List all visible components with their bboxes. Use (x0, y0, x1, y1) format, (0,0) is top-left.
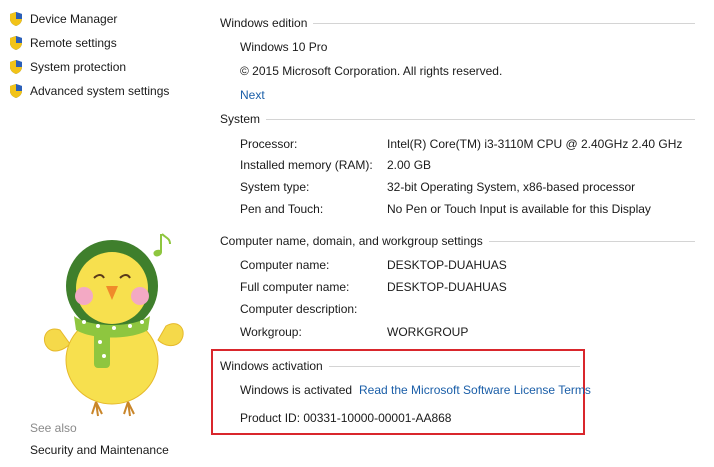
system-protection-link[interactable]: System protection (8, 58, 126, 76)
sidebar-item-label: Remote settings (30, 36, 117, 50)
full-computer-name-value: DESKTOP-DUAHUAS (387, 280, 507, 294)
windows-edition-name: Windows 10 Pro (240, 40, 328, 54)
processor-value: Intel(R) Core(TM) i3-3110M CPU @ 2.40GHz… (387, 137, 683, 151)
license-terms-link[interactable]: Read the Microsoft Software License Term… (359, 383, 591, 397)
security-and-maintenance-link[interactable]: Security and Maintenance (30, 443, 169, 457)
shield-icon (10, 84, 22, 98)
system-properties-window: Device Manager Remote settings System pr… (0, 0, 714, 467)
section-title: Computer name, domain, and workgroup set… (220, 234, 483, 248)
sidebar-item-label: System protection (30, 60, 127, 74)
device-manager-link[interactable]: Device Manager (8, 10, 117, 28)
next-link[interactable]: Next (240, 88, 265, 102)
full-computer-name-label: Full computer name: (240, 280, 350, 294)
section-title: System (220, 112, 261, 126)
section-divider (266, 118, 695, 120)
memory-label: Installed memory (RAM): (240, 158, 373, 172)
advanced-system-settings-link[interactable]: Advanced system settings (8, 82, 169, 100)
see-also-heading: See also (30, 421, 77, 435)
processor-label: Processor: (240, 137, 298, 151)
shield-icon (10, 12, 22, 26)
system-header: System (220, 111, 695, 127)
system-type-value: 32-bit Operating System, x86-based proce… (387, 180, 636, 194)
section-title: Windows activation (220, 359, 323, 373)
left-pane: Device Manager Remote settings System pr… (0, 0, 200, 467)
shield-icon (10, 60, 22, 74)
product-id: Product ID: 00331-10000-00001-AA868 (240, 411, 452, 425)
system-type-label: System type: (240, 180, 310, 194)
windows-activation-header: Windows activation (220, 358, 580, 374)
sidebar-item-label: Device Manager (30, 12, 118, 26)
activation-status: Windows is activated (240, 383, 353, 397)
copyright-text: © 2015 Microsoft Corporation. All rights… (240, 64, 503, 78)
computer-name-header: Computer name, domain, and workgroup set… (220, 233, 695, 249)
section-divider (328, 365, 580, 367)
memory-value: 2.00 GB (387, 158, 432, 172)
sidebar-item-label: Advanced system settings (30, 84, 170, 98)
computer-name-value: DESKTOP-DUAHUAS (387, 258, 507, 272)
section-divider (488, 240, 695, 242)
workgroup-label: Workgroup: (240, 325, 302, 339)
music-note-icon (153, 233, 171, 257)
section-divider (313, 22, 695, 24)
computer-description-label: Computer description: (240, 302, 358, 316)
shield-icon (10, 36, 22, 50)
section-title: Windows edition (220, 16, 308, 30)
remote-settings-link[interactable]: Remote settings (8, 34, 117, 52)
computer-name-label: Computer name: (240, 258, 330, 272)
chick-illustration (44, 233, 184, 417)
workgroup-value: WORKGROUP (387, 325, 469, 339)
windows-edition-header: Windows edition (220, 15, 695, 31)
pen-touch-label: Pen and Touch: (240, 202, 324, 216)
pen-touch-value: No Pen or Touch Input is available for t… (387, 202, 651, 216)
